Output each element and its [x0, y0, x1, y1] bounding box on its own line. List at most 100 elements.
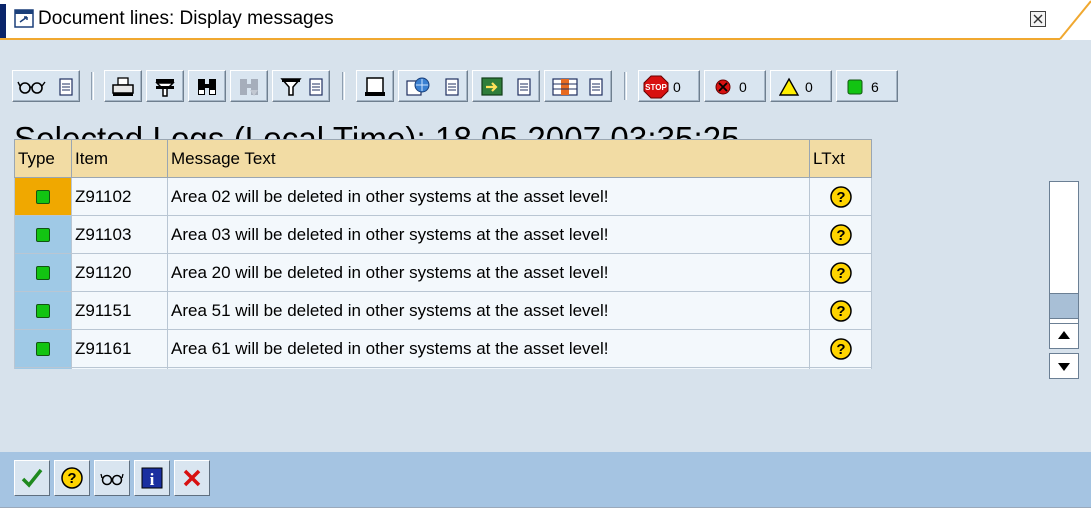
toolbar-separator	[342, 72, 345, 100]
info-icon: i	[141, 467, 163, 489]
glasses-icon	[17, 81, 46, 94]
close-icon	[1033, 14, 1043, 24]
svg-text:?: ?	[836, 189, 845, 206]
type-cell[interactable]	[14, 367, 72, 369]
message-text-cell[interactable]: Area 61 will be deleted in other systems…	[167, 329, 810, 368]
success-icon	[36, 266, 50, 281]
success-icon	[36, 304, 50, 319]
column-header-type[interactable]: Type	[14, 139, 72, 178]
message-text-cell[interactable]: Area 03 will be deleted in other systems…	[167, 215, 810, 254]
scroll-up-button[interactable]	[1049, 323, 1079, 349]
dropdown-page-icon	[309, 78, 323, 96]
success-count: 6	[871, 79, 879, 95]
long-text-cell[interactable]: ?	[809, 253, 872, 292]
header-row: Type Item Message Text LTxt	[14, 139, 872, 178]
table-row[interactable]: Z91151 Area 51 will be deleted in other s…	[14, 291, 872, 330]
help-icon[interactable]: ?	[829, 185, 853, 209]
svg-text:i: i	[150, 470, 155, 489]
table-row[interactable]: Z91120 Area 20 will be deleted in other s…	[14, 253, 872, 292]
error-icon	[715, 79, 731, 95]
scroll-down-button[interactable]	[1049, 353, 1079, 379]
check-icon	[21, 468, 43, 488]
long-text-cell[interactable]: ?	[809, 177, 872, 216]
item-cell[interactable]: Z91120	[71, 253, 168, 292]
type-cell[interactable]	[14, 177, 72, 216]
stop-messages-button[interactable]: STOP 0	[638, 70, 700, 102]
find-button[interactable]	[188, 70, 226, 102]
item-cell[interactable]: Z91151	[71, 291, 168, 330]
message-table: Type Item Message Text LTxt Z91102 Area 0…	[14, 139, 872, 369]
table-row[interactable]: Z91163Area 63 will be deleted in other s…	[14, 367, 872, 369]
help-button[interactable]: ?	[54, 460, 90, 496]
dropdown-page-icon	[517, 78, 531, 96]
export-button[interactable]	[398, 70, 468, 102]
layout-icon	[552, 78, 578, 96]
help-icon[interactable]: ?	[829, 223, 853, 247]
help-icon[interactable]: ?	[829, 337, 853, 361]
title-decoration	[1059, 0, 1091, 40]
error-count: 0	[739, 79, 747, 95]
table-row[interactable]: Z91161 Area 61 will be deleted in other s…	[14, 329, 872, 368]
item-cell[interactable]: Z91103	[71, 215, 168, 254]
set-filter-button[interactable]	[272, 70, 330, 102]
filter-icon	[155, 79, 175, 97]
title-accent	[0, 4, 6, 38]
svg-text:STOP: STOP	[645, 83, 667, 92]
continue-button[interactable]	[14, 460, 50, 496]
find-next-button[interactable]	[230, 70, 268, 102]
application-toolbar: STOP 0 0 0 6	[12, 66, 992, 106]
download-button[interactable]	[472, 70, 540, 102]
export-icon	[406, 77, 430, 96]
long-text-cell[interactable]: ?	[809, 329, 872, 368]
layout-button[interactable]	[544, 70, 612, 102]
long-text-cell[interactable]: ?	[809, 291, 872, 330]
help-icon[interactable]: ?	[829, 261, 853, 285]
success-icon	[36, 342, 50, 357]
svg-text:?: ?	[836, 303, 845, 320]
item-cell[interactable]: Z91163	[71, 367, 168, 369]
scroll-thumb[interactable]	[1049, 293, 1079, 319]
svg-text:?: ?	[836, 341, 845, 358]
table-row[interactable]: Z91102 Area 02 will be deleted in other s…	[14, 177, 872, 216]
message-text-cell[interactable]: Area 63 will be deleted in other systems…	[167, 367, 810, 369]
details-button-bottom[interactable]	[94, 460, 130, 496]
long-text-cell[interactable]: ?	[809, 367, 872, 369]
column-header-ltxt[interactable]: LTxt	[809, 139, 872, 178]
cancel-button[interactable]	[174, 460, 210, 496]
dialog-button-bar: ? i	[0, 452, 1091, 507]
help-icon[interactable]: ?	[829, 299, 853, 323]
set-filter-icon	[280, 78, 302, 96]
vertical-scrollbar[interactable]	[1044, 139, 1080, 379]
dropdown-page-icon	[59, 78, 73, 96]
long-text-cell[interactable]: ?	[809, 215, 872, 254]
type-cell[interactable]	[14, 253, 72, 292]
print-button[interactable]	[104, 70, 142, 102]
cancel-icon	[183, 469, 201, 487]
message-text-cell[interactable]: Area 02 will be deleted in other systems…	[167, 177, 810, 216]
success-icon	[847, 79, 863, 95]
type-cell[interactable]	[14, 329, 72, 368]
table-row[interactable]: Z91103 Area 03 will be deleted in other s…	[14, 215, 872, 254]
warning-messages-button[interactable]: 0	[770, 70, 832, 102]
type-cell[interactable]	[14, 291, 72, 330]
information-button[interactable]: i	[134, 460, 170, 496]
message-text-cell[interactable]: Area 20 will be deleted in other systems…	[167, 253, 810, 292]
svg-text:?: ?	[836, 227, 845, 244]
message-text-cell[interactable]: Area 51 will be deleted in other systems…	[167, 291, 810, 330]
binoculars-icon	[198, 79, 216, 95]
warning-icon	[779, 77, 800, 96]
success-messages-button[interactable]: 6	[836, 70, 898, 102]
column-header-item[interactable]: Item	[71, 139, 168, 178]
column-header-message-text[interactable]: Message Text	[167, 139, 810, 178]
filter-button[interactable]	[146, 70, 184, 102]
error-messages-button[interactable]: 0	[704, 70, 766, 102]
toolbar-separator	[624, 72, 627, 100]
binoculars-next-icon	[240, 79, 258, 96]
close-window-button[interactable]	[1030, 11, 1046, 27]
print-icon	[112, 77, 134, 96]
details-button[interactable]	[12, 70, 80, 102]
item-cell[interactable]: Z91161	[71, 329, 168, 368]
page-button[interactable]	[356, 70, 394, 102]
type-cell[interactable]	[14, 215, 72, 254]
item-cell[interactable]: Z91102	[71, 177, 168, 216]
